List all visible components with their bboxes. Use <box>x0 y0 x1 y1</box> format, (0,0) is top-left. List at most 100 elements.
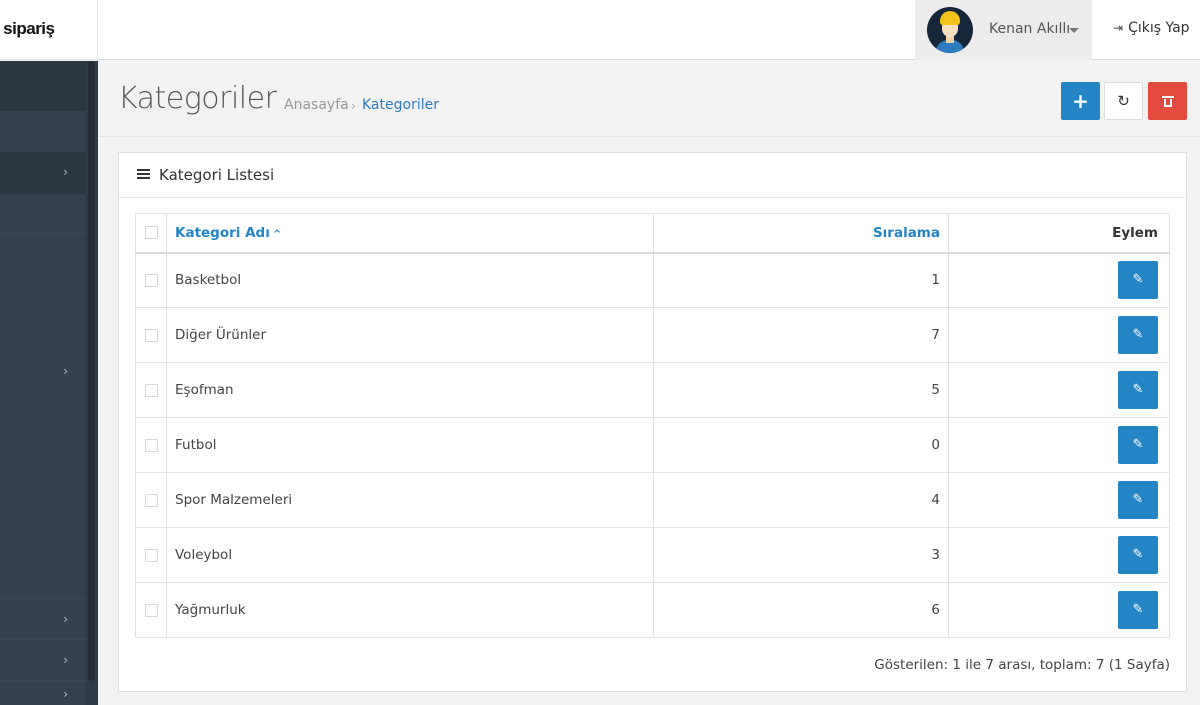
category-name: Futbol <box>166 417 654 473</box>
row-checkbox[interactable] <box>144 493 158 507</box>
table-body: Basketbol 1 ✎ Diğer Ürünler 7 ✎ Eşofman 5 ✎ Futbo… <box>135 252 1170 638</box>
trash-icon <box>1161 95 1174 107</box>
edit-button[interactable]: ✎ <box>1118 371 1158 409</box>
category-order: 7 <box>653 307 949 363</box>
caret-down-icon <box>1069 28 1079 33</box>
category-list-panel: Kategori Listesi Kategori Adı ^ Sıralama … <box>118 152 1187 692</box>
breadcrumb-separator-icon: › <box>351 99 356 113</box>
table-row: Spor Malzemeleri 4 ✎ <box>135 472 1170 528</box>
sidebar: › › › › › <box>0 61 98 705</box>
pagination-info: Gösterilen: 1 ile 7 arası, toplam: 7 (1 … <box>874 657 1170 673</box>
row-checkbox-cell <box>135 582 167 638</box>
category-order: 1 <box>653 252 949 308</box>
category-order: 3 <box>653 527 949 583</box>
table-row: Voleybol 3 ✎ <box>135 527 1170 583</box>
row-checkbox[interactable] <box>144 548 158 562</box>
select-all-cell <box>135 213 167 254</box>
edit-button[interactable]: ✎ <box>1118 261 1158 300</box>
row-checkbox[interactable] <box>144 603 158 617</box>
pencil-icon: ✎ <box>1132 492 1144 507</box>
category-name: Voleybol <box>166 527 654 583</box>
chevron-right-icon: › <box>63 612 68 626</box>
logo[interactable]: a sipariş <box>0 0 98 60</box>
row-checkbox-cell <box>135 307 167 363</box>
table-header-row: Kategori Adı ^ Sıralama Eylem <box>135 213 1170 254</box>
list-icon <box>137 169 150 180</box>
row-action-cell: ✎ <box>948 362 1170 418</box>
edit-button[interactable]: ✎ <box>1118 591 1158 629</box>
pencil-icon: ✎ <box>1132 272 1144 288</box>
logout-link[interactable]: ⇥ Çıkış Yap <box>1113 20 1190 36</box>
row-checkbox[interactable] <box>144 438 158 452</box>
row-checkbox-cell <box>135 527 167 583</box>
category-order: 0 <box>653 417 949 473</box>
sidebar-item[interactable]: › <box>0 639 86 679</box>
row-checkbox[interactable] <box>144 273 158 287</box>
breadcrumb-home[interactable]: Anasayfa <box>284 97 349 113</box>
sidebar-scroll-thumb[interactable] <box>88 61 95 681</box>
row-checkbox-cell <box>135 472 167 528</box>
column-header-action: Eylem <box>948 213 1170 254</box>
row-checkbox[interactable] <box>144 383 158 397</box>
sidebar-item[interactable]: › <box>0 351 86 391</box>
user-menu[interactable]: Kenan Akıllı <box>915 0 1092 60</box>
panel-header: Kategori Listesi <box>119 153 1186 198</box>
row-checkbox-cell <box>135 252 167 308</box>
sidebar-item-active[interactable]: › <box>0 152 86 194</box>
edit-button[interactable]: ✎ <box>1118 316 1158 354</box>
sidebar-item[interactable] <box>0 194 86 234</box>
category-name: Basketbol <box>166 252 654 308</box>
edit-button[interactable]: ✎ <box>1118 481 1158 519</box>
category-order: 5 <box>653 362 949 418</box>
row-action-cell: ✎ <box>948 472 1170 528</box>
select-all-checkbox[interactable] <box>144 226 158 240</box>
delete-button[interactable] <box>1148 82 1187 120</box>
sidebar-item[interactable]: › <box>0 598 86 638</box>
category-name: Diğer Ürünler <box>166 307 654 363</box>
category-order: 4 <box>653 472 949 528</box>
logout-label: Çıkış Yap <box>1128 20 1190 36</box>
column-header-order[interactable]: Sıralama <box>653 213 949 254</box>
category-name: Spor Malzemeleri <box>166 472 654 528</box>
pencil-icon: ✎ <box>1132 327 1144 342</box>
row-action-cell: ✎ <box>948 417 1170 473</box>
column-header-name[interactable]: Kategori Adı ^ <box>166 213 654 254</box>
table-row: Futbol 0 ✎ <box>135 417 1170 473</box>
chevron-right-icon: › <box>63 653 68 667</box>
row-checkbox-cell <box>135 362 167 418</box>
refresh-button[interactable]: ↻ <box>1104 82 1143 120</box>
row-action-cell: ✎ <box>948 527 1170 583</box>
table-row: Diğer Ürünler 7 ✎ <box>135 307 1170 363</box>
category-order: 6 <box>653 582 949 638</box>
sign-out-icon: ⇥ <box>1113 21 1124 35</box>
header-divider <box>97 0 98 60</box>
chevron-right-icon: › <box>63 165 68 179</box>
pencil-icon: ✎ <box>1132 382 1144 397</box>
breadcrumb-current[interactable]: Kategoriler <box>362 97 439 113</box>
page-head-divider <box>98 136 1200 137</box>
edit-button[interactable]: ✎ <box>1118 426 1158 464</box>
chevron-right-icon: › <box>63 364 68 378</box>
add-button[interactable]: + <box>1061 82 1100 120</box>
pencil-icon: ✎ <box>1132 602 1144 617</box>
plus-icon: + <box>1072 89 1089 113</box>
row-action-cell: ✎ <box>948 582 1170 638</box>
chevron-right-icon: › <box>63 687 68 701</box>
sidebar-item[interactable] <box>0 61 86 111</box>
sidebar-item[interactable]: › <box>0 680 86 705</box>
sort-name-link[interactable]: Kategori Adı <box>175 225 270 241</box>
avatar <box>927 7 973 53</box>
sort-asc-icon: ^ <box>272 228 282 240</box>
row-action-cell: ✎ <box>948 252 1170 308</box>
row-checkbox-cell <box>135 417 167 473</box>
pencil-icon: ✎ <box>1132 437 1144 452</box>
table-row: Eşofman 5 ✎ <box>135 362 1170 418</box>
sidebar-item[interactable] <box>0 111 86 151</box>
row-checkbox[interactable] <box>144 328 158 342</box>
pencil-icon: ✎ <box>1132 547 1144 562</box>
category-name: Yağmurluk <box>166 582 654 638</box>
edit-button[interactable]: ✎ <box>1118 536 1158 574</box>
table-row: Yağmurluk 6 ✎ <box>135 582 1170 638</box>
sort-order-link[interactable]: Sıralama <box>873 225 940 241</box>
panel-title: Kategori Listesi <box>159 166 275 184</box>
